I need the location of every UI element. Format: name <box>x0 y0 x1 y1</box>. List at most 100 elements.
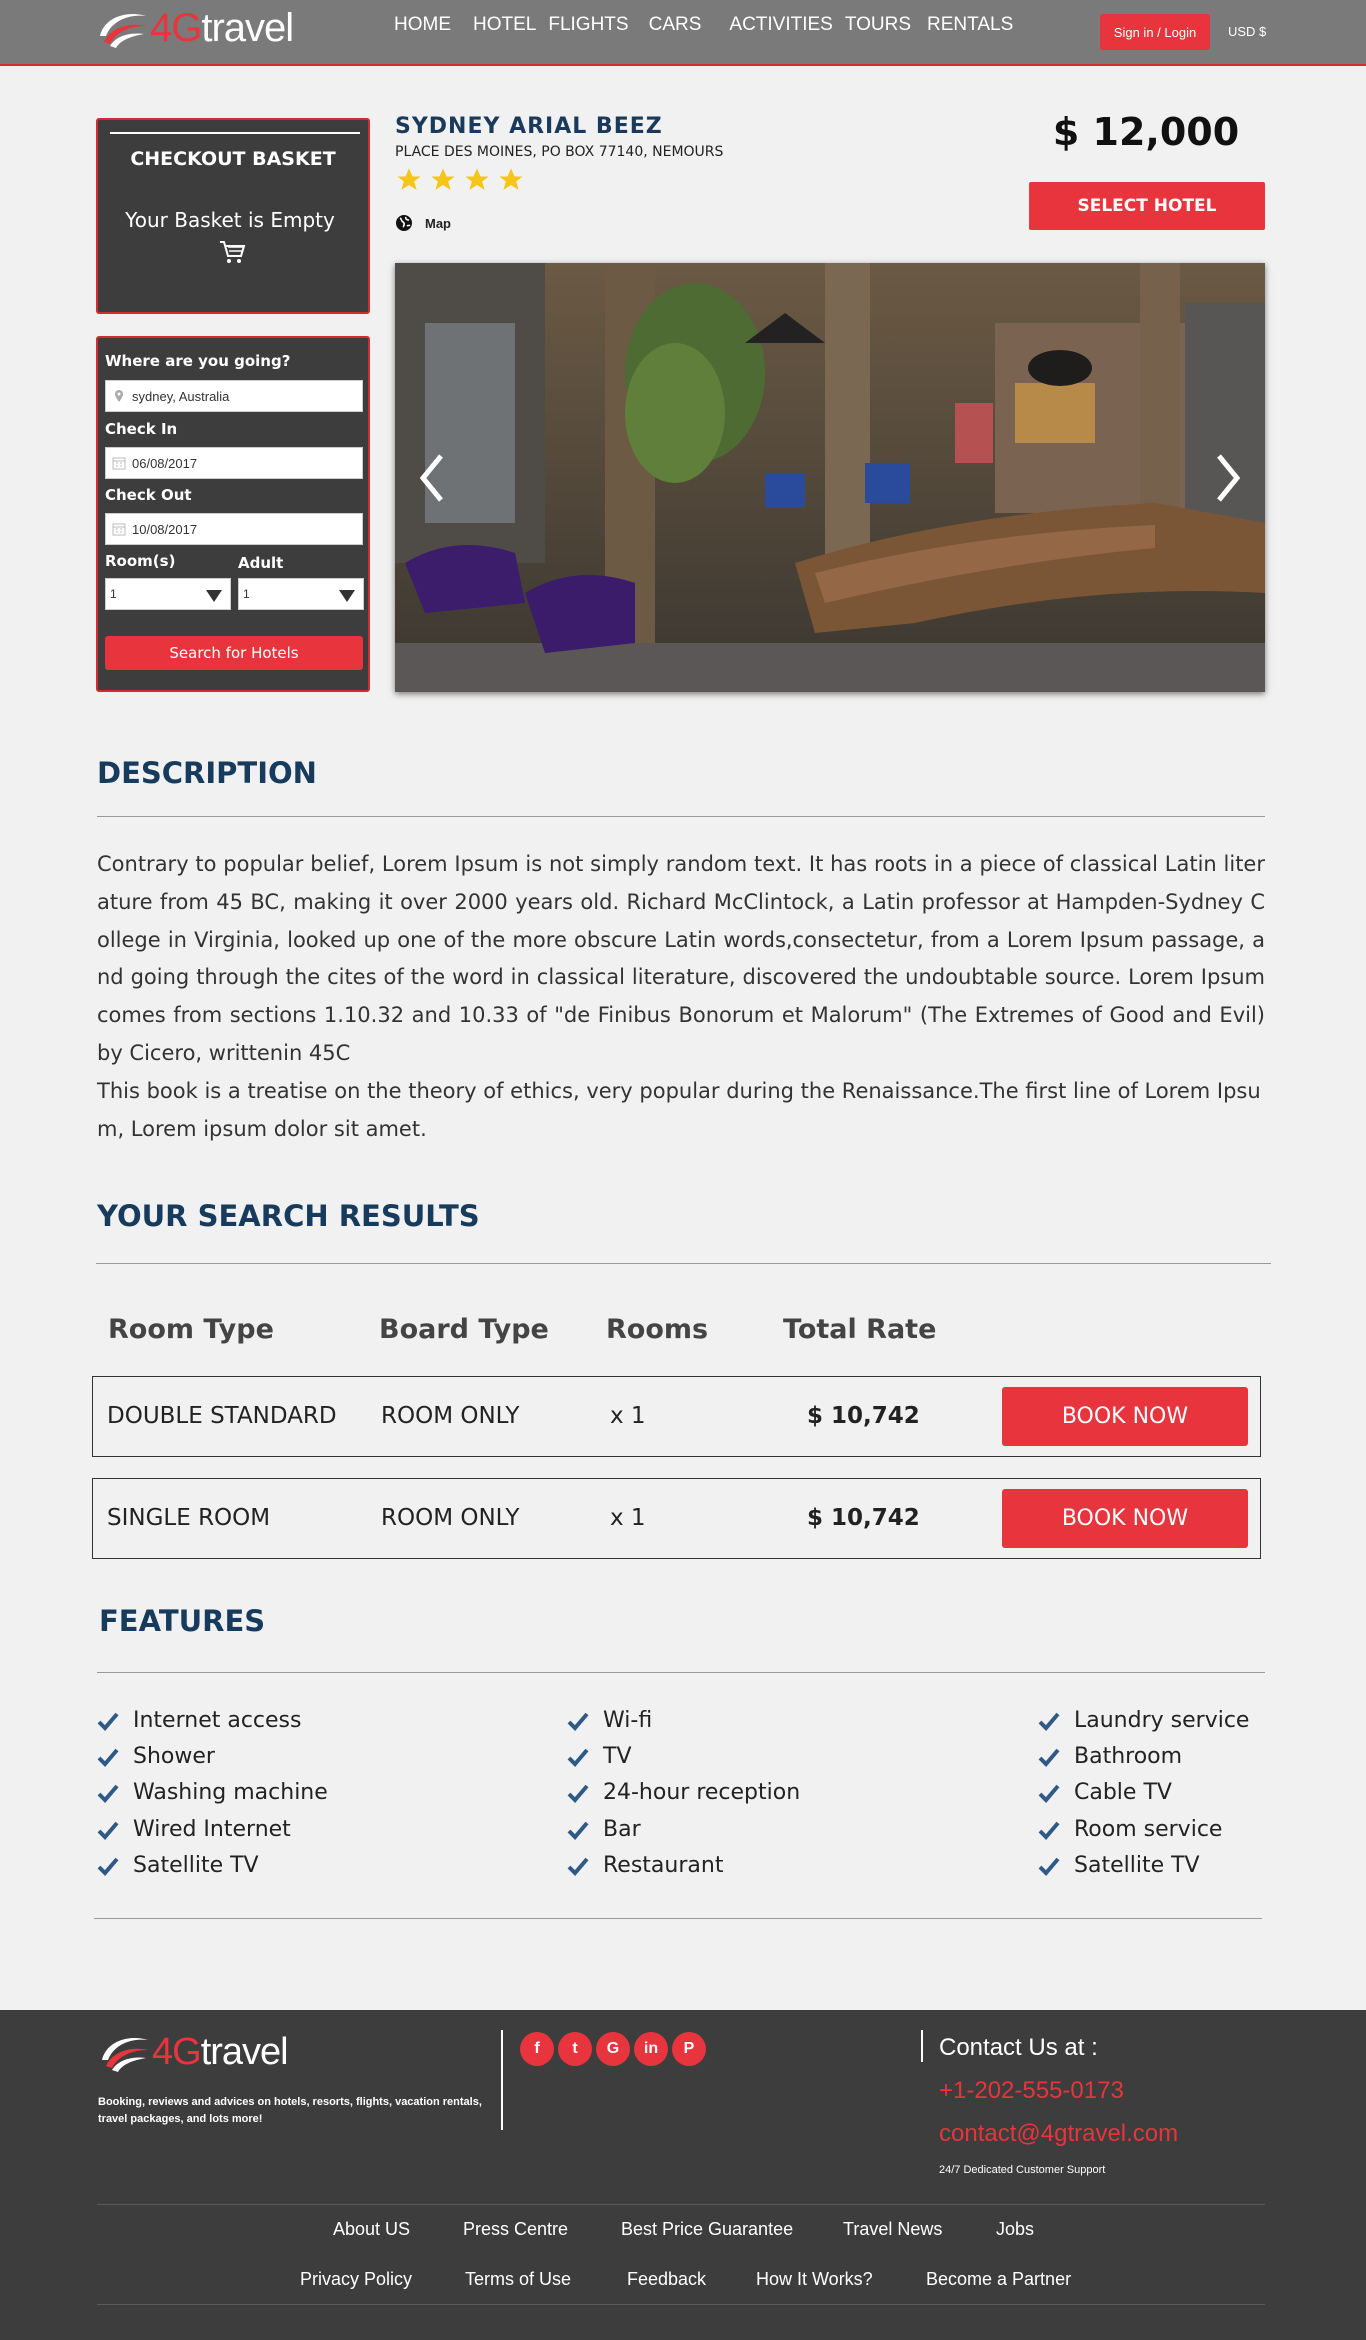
calendar-icon <box>112 457 126 470</box>
top-header: 4Gtravel HOME HOTEL FLIGHTS CARS ACTIVIT… <box>0 0 1366 66</box>
footer-link-best-price[interactable]: Best Price Guarantee <box>621 2219 793 2240</box>
feature-item: Restaurant <box>567 1853 723 1878</box>
checkmark-icon <box>1038 1748 1060 1767</box>
footer-tagline: Booking, reviews and advices on hotels, … <box>98 2096 482 2125</box>
feature-item: Bar <box>567 1817 641 1842</box>
social-links: f t G in P <box>520 2032 706 2066</box>
search-hotels-button[interactable]: Search for Hotels <box>105 636 363 670</box>
nav-home[interactable]: HOME <box>394 14 451 36</box>
board-type: ROOM ONLY <box>381 1505 520 1531</box>
select-hotel-button[interactable]: SELECT HOTEL <box>1029 182 1265 230</box>
location-pin-icon <box>115 390 123 402</box>
twitter-icon[interactable]: t <box>558 2032 592 2066</box>
checkmark-icon <box>97 1821 119 1840</box>
feature-label: Satellite TV <box>133 1853 259 1878</box>
footer-link-about[interactable]: About US <box>333 2219 410 2240</box>
header-room-type: Room Type <box>108 1314 274 1345</box>
footer-link-privacy[interactable]: Privacy Policy <box>300 2269 412 2290</box>
footer-link-travel-news[interactable]: Travel News <box>843 2219 942 2240</box>
footer-link-press[interactable]: Press Centre <box>463 2219 568 2240</box>
room-row: DOUBLE STANDARD ROOM ONLY x 1 $ 10,742 B… <box>92 1376 1261 1457</box>
chevron-down-icon <box>206 590 222 602</box>
feature-item: Internet access <box>97 1708 301 1733</box>
logo-prefix: 4G <box>150 6 202 50</box>
hotel-photo-gallery[interactable] <box>395 263 1265 692</box>
feature-item: Washing machine <box>97 1780 328 1805</box>
rooms-select[interactable]: 1 <box>105 578 231 610</box>
rooms-label: Room(s) <box>105 552 176 570</box>
linkedin-icon[interactable]: in <box>634 2032 668 2066</box>
features-bottom-divider <box>94 1918 1262 1919</box>
rooms-value: 1 <box>110 587 117 601</box>
results-divider <box>96 1263 1271 1264</box>
signin-button[interactable]: Sign in / Login <box>1100 14 1210 50</box>
footer-divider-1 <box>501 2030 503 2130</box>
book-now-button[interactable]: BOOK NOW <box>1002 1387 1248 1446</box>
checkmark-icon <box>97 1748 119 1767</box>
nav-hotel[interactable]: HOTEL <box>473 14 536 36</box>
feature-label: Wired Internet <box>133 1817 291 1842</box>
feature-item: Cable TV <box>1038 1780 1172 1805</box>
feature-item: Wired Internet <box>97 1817 291 1842</box>
site-logo[interactable]: 4Gtravel <box>96 6 294 50</box>
pinterest-icon[interactable]: P <box>672 2032 706 2066</box>
feature-label: TV <box>603 1744 632 1769</box>
feature-item: TV <box>567 1744 632 1769</box>
features-title: FEATURES <box>99 1604 266 1638</box>
currency-selector[interactable]: USD $ <box>1228 24 1266 39</box>
description-text: Contrary to popular belief, Lorem Ipsum … <box>97 846 1265 1148</box>
feature-label: Internet access <box>133 1708 302 1733</box>
room-type: DOUBLE STANDARD <box>107 1403 337 1429</box>
feature-label: 24-hour reception <box>603 1780 801 1805</box>
gallery-prev-arrow-icon[interactable] <box>413 448 453 508</box>
contact-phone[interactable]: +1-202-555-0173 <box>939 2077 1124 2105</box>
feature-label: Wi-fi <box>603 1708 653 1733</box>
adult-select[interactable]: 1 <box>238 578 364 610</box>
footer-logo[interactable]: 4Gtravel <box>98 2030 289 2074</box>
footer-link-how-it-works[interactable]: How It Works? <box>756 2269 873 2290</box>
star-icon <box>431 168 455 190</box>
feature-label: Shower <box>133 1744 215 1769</box>
nav-flights[interactable]: FLIGHTS <box>548 14 628 36</box>
contact-email[interactable]: contact@4gtravel.com <box>939 2120 1178 2148</box>
logo-suffix: travel <box>201 6 294 50</box>
nav-activities[interactable]: ACTIVITIES <box>729 14 832 36</box>
nav-cars[interactable]: CARS <box>649 14 702 36</box>
checkin-label: Check In <box>105 420 178 438</box>
feature-item: 24-hour reception <box>567 1780 800 1805</box>
checkout-label: Check Out <box>105 486 192 504</box>
checkmark-icon <box>1038 1821 1060 1840</box>
feature-item: Laundry service <box>1038 1708 1249 1733</box>
room-rate: $ 10,742 <box>807 1505 920 1531</box>
description-paragraph: Contrary to popular belief, Lorem Ipsum … <box>97 852 1265 1065</box>
google-plus-icon[interactable]: G <box>596 2032 630 2066</box>
map-link[interactable]: Map <box>395 214 451 232</box>
footer-link-jobs[interactable]: Jobs <box>996 2219 1034 2240</box>
room-rate: $ 10,742 <box>807 1403 920 1429</box>
footer-link-feedback[interactable]: Feedback <box>627 2269 706 2290</box>
footer-link-terms[interactable]: Terms of Use <box>465 2269 571 2290</box>
adult-label: Adult <box>238 554 284 572</box>
room-type: SINGLE ROOM <box>107 1505 271 1531</box>
footer-link-partner[interactable]: Become a Partner <box>926 2269 1071 2290</box>
facebook-icon[interactable]: f <box>520 2032 554 2066</box>
checkout-input[interactable]: 10/08/2017 <box>105 513 363 545</box>
footer-links-divider <box>97 2204 1265 2205</box>
destination-input[interactable]: sydney, Australia <box>105 380 363 412</box>
nav-rentals[interactable]: RENTALS <box>927 14 1013 36</box>
footer-logo-suffix: travel <box>200 2031 289 2073</box>
gallery-next-arrow-icon[interactable] <box>1207 448 1247 508</box>
feature-label: Washing machine <box>133 1780 328 1805</box>
room-count: x 1 <box>610 1403 646 1429</box>
feature-label: Satellite TV <box>1074 1853 1200 1878</box>
feature-item: Wi-fi <box>567 1708 652 1733</box>
checkmark-icon <box>567 1784 589 1803</box>
checkin-input[interactable]: 06/08/2017 <box>105 447 363 479</box>
destination-label: Where are you going? <box>105 352 291 370</box>
header-total-rate: Total Rate <box>783 1314 937 1345</box>
book-now-button[interactable]: BOOK NOW <box>1002 1489 1248 1548</box>
checkmark-icon <box>567 1748 589 1767</box>
room-count: x 1 <box>610 1505 646 1531</box>
nav-tours[interactable]: TOURS <box>845 14 911 36</box>
logo-swoosh-icon <box>100 14 146 48</box>
